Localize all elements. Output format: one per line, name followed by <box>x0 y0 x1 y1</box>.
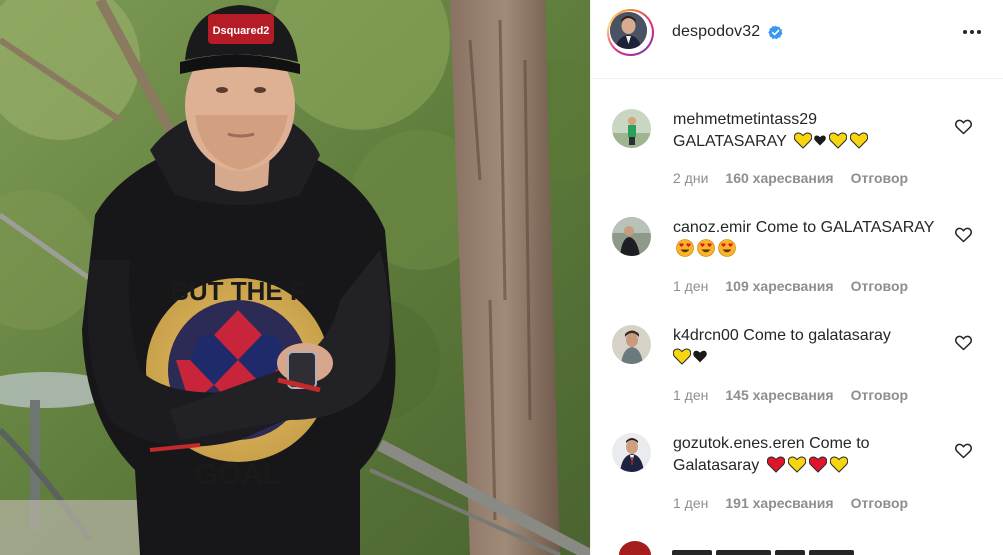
yellow-heart-emoji-icon <box>849 132 868 149</box>
author-avatar-photo <box>610 12 647 49</box>
yellow-heart-emoji-icon <box>787 456 806 473</box>
commenter-avatar[interactable] <box>612 217 651 256</box>
post-photo-illustration: Dsquared2 BUT THE F GOAL <box>0 0 590 555</box>
comment-body: Come to galatasaray <box>743 327 891 344</box>
verified-badge-icon <box>768 25 783 40</box>
comment-text: mehmetmetintass29 GALATASARAY <box>673 109 935 153</box>
comment-text: canoz.emir Come to GALATASARAY <box>673 217 935 261</box>
comment-time[interactable]: 1 ден <box>673 387 708 403</box>
commenter-avatar[interactable] <box>612 325 651 364</box>
like-heart-icon[interactable] <box>955 119 972 135</box>
comment-likes[interactable]: 145 харесвания <box>725 387 833 403</box>
comment-username[interactable]: canoz.emir <box>673 219 751 236</box>
heart-eyes-emoji-icon <box>697 239 715 257</box>
comment-time[interactable]: 2 дни <box>673 170 708 186</box>
comment-body: GALATASARAY <box>673 133 787 150</box>
comment-likes[interactable]: 191 харесвания <box>725 495 833 511</box>
comments-panel: despodov32 mehmetmetintass29 GALATASARAY… <box>590 0 1003 555</box>
comment-username[interactable]: mehmetmetintass29 <box>673 111 817 128</box>
comment-likes[interactable]: 160 харесвания <box>725 170 833 186</box>
comment-meta: 1 ден 109 харесвания Отговор <box>673 278 908 294</box>
comment-time[interactable]: 1 ден <box>673 495 708 511</box>
yellow-heart-emoji-icon <box>793 132 812 149</box>
comment-meta: 2 дни 160 харесвания Отговор <box>673 170 908 186</box>
reply-button[interactable]: Отговор <box>851 387 908 403</box>
comment-meta: 1 ден 145 харесвания Отговор <box>673 387 908 403</box>
reply-button[interactable]: Отговор <box>851 495 908 511</box>
comment-username[interactable]: k4drcn00 <box>673 327 739 344</box>
comment-time[interactable]: 1 ден <box>673 278 708 294</box>
like-heart-icon[interactable] <box>955 443 972 459</box>
author-username[interactable]: despodov32 <box>672 23 760 41</box>
commenter-avatar[interactable] <box>612 109 651 148</box>
instagram-post: Dsquared2 BUT THE F GOAL despodov32 mehm… <box>0 0 1003 555</box>
comment-text-clipped <box>672 543 862 555</box>
comment-username[interactable]: gozutok.enes.eren <box>673 435 805 452</box>
comment-text: k4drcn00 Come to galatasaray <box>673 325 935 369</box>
red-heart-emoji-icon <box>808 456 827 473</box>
hoodie-print-bottom: GOAL <box>195 458 282 491</box>
red-heart-emoji-icon <box>766 456 785 473</box>
black-heart-emoji-icon <box>693 350 707 363</box>
heart-eyes-emoji-icon <box>718 239 736 257</box>
author-avatar[interactable] <box>607 9 654 56</box>
black-heart-emoji-icon <box>814 135 826 146</box>
commenter-avatar[interactable] <box>612 433 651 472</box>
comment-meta: 1 ден 191 харесвания Отговор <box>673 495 908 511</box>
like-heart-icon[interactable] <box>955 335 972 351</box>
comment-likes[interactable]: 109 харесвания <box>725 278 833 294</box>
cap-logo-text: Dsquared2 <box>213 25 270 37</box>
post-photo[interactable]: Dsquared2 BUT THE F GOAL <box>0 0 590 555</box>
like-heart-icon[interactable] <box>955 227 972 243</box>
more-options-icon[interactable] <box>960 22 984 42</box>
hoodie-print-top: BUT THE F <box>170 276 306 306</box>
reply-button[interactable]: Отговор <box>851 278 908 294</box>
heart-eyes-emoji-icon <box>676 239 694 257</box>
reply-button[interactable]: Отговор <box>851 170 908 186</box>
yellow-heart-emoji-icon <box>829 456 848 473</box>
post-header: despodov32 <box>591 0 1003 79</box>
yellow-heart-emoji-icon <box>828 132 847 149</box>
comment-text: gozutok.enes.eren Come to Galatasaray <box>673 433 935 477</box>
yellow-heart-emoji-icon <box>673 348 691 365</box>
comment-body: Come to GALATASARAY <box>755 219 935 236</box>
